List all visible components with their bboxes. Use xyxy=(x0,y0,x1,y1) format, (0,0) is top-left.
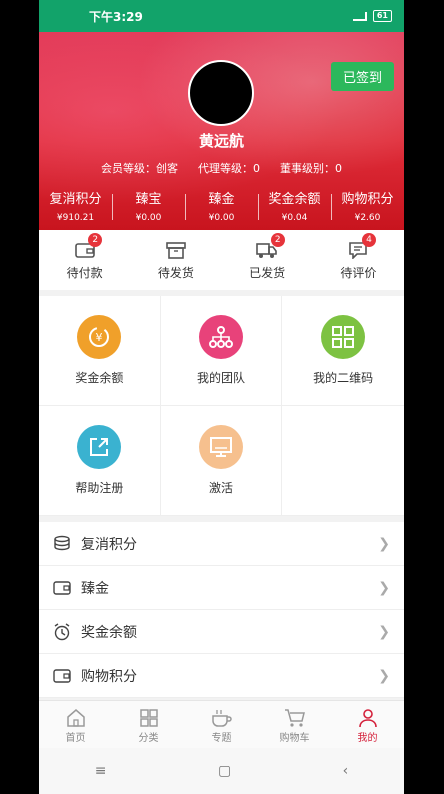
truck-icon xyxy=(222,239,313,261)
balance-item[interactable]: 复消积分 ¥910.21 xyxy=(39,188,112,223)
signal-icon xyxy=(352,11,367,21)
tab-topics[interactable]: 专题 xyxy=(185,701,258,748)
team-tree-icon xyxy=(198,315,243,359)
cart-icon xyxy=(258,707,331,729)
chevron-right-icon: ❯ xyxy=(378,623,390,640)
account-list: 复消积分 ❯ 臻金 ❯ 奖金余额 ❯ 购物积分 ❯ xyxy=(39,522,404,698)
order-shipped[interactable]: 2 已发货 xyxy=(222,233,313,281)
status-time: 下午3:29 xyxy=(89,9,143,24)
qrcode-icon xyxy=(321,315,366,359)
grid-help-register[interactable]: 帮助注册 xyxy=(39,406,161,516)
share-icon xyxy=(77,425,122,469)
box-icon xyxy=(130,239,221,261)
order-pending-shipment[interactable]: 待发货 xyxy=(130,239,221,281)
wallet-icon xyxy=(53,667,71,685)
member-levels: 会员等级：创客 代理等级：0 董事级别：0 xyxy=(39,160,404,176)
username: 黄远航 xyxy=(198,132,244,150)
avatar[interactable] xyxy=(188,60,254,126)
feature-grid: ¥ 奖金余额 我的团队 我的二维码 帮助注册 激活 xyxy=(39,296,404,516)
grid-bonus-balance[interactable]: ¥ 奖金余额 xyxy=(39,296,161,406)
balance-item[interactable]: 购物积分 ¥2.60 xyxy=(331,188,404,223)
list-item-consumption-points[interactable]: 复消积分 ❯ xyxy=(39,522,404,566)
tab-cart[interactable]: 购物车 xyxy=(258,701,331,748)
monitor-icon xyxy=(198,425,243,469)
balance-item[interactable]: 奖金余额 ¥0.04 xyxy=(258,188,331,223)
director-level: 董事级别：0 xyxy=(280,162,342,175)
back-icon[interactable]: ‹ xyxy=(343,763,349,779)
coffee-icon xyxy=(185,707,258,729)
svg-text:¥: ¥ xyxy=(96,331,103,344)
list-item-zhenjin[interactable]: 臻金 ❯ xyxy=(39,566,404,610)
tab-home[interactable]: 首页 xyxy=(39,701,112,748)
list-item-bonus-balance[interactable]: 奖金余额 ❯ xyxy=(39,610,404,654)
balance-summary: 复消积分 ¥910.21 臻宝 ¥0.00 臻金 ¥0.00 奖金余额 ¥0.0… xyxy=(39,188,404,223)
list-item-shopping-points[interactable]: 购物积分 ❯ xyxy=(39,654,404,698)
home-icon xyxy=(39,707,112,729)
balance-item[interactable]: 臻金 ¥0.00 xyxy=(185,188,258,223)
checkin-button[interactable]: 已签到 xyxy=(330,62,394,91)
order-badge: 4 xyxy=(362,233,377,247)
yen-refresh-icon: ¥ xyxy=(77,315,122,359)
tab-category[interactable]: 分类 xyxy=(112,701,185,748)
grid-my-qrcode[interactable]: 我的二维码 xyxy=(282,296,404,406)
member-level: 会员等级：创客 xyxy=(101,162,178,175)
battery-icon: 61 xyxy=(372,10,392,22)
grid-my-team[interactable]: 我的团队 xyxy=(160,296,283,406)
grid-activate[interactable]: 激活 xyxy=(160,406,283,516)
chevron-right-icon: ❯ xyxy=(378,667,390,684)
home-square-icon[interactable]: ▢ xyxy=(218,763,231,779)
order-status-row: 2 待付款 待发货 2 已发货 4 待评价 xyxy=(39,230,404,290)
wallet-icon xyxy=(39,239,130,261)
tab-mine[interactable]: 我的 xyxy=(331,701,404,748)
coins-icon xyxy=(53,535,71,553)
menu-icon[interactable]: ≡ xyxy=(95,763,107,779)
agent-level: 代理等级：0 xyxy=(198,162,260,175)
order-badge: 2 xyxy=(270,233,285,247)
system-nav-bar: ≡ ▢ ‹ xyxy=(39,748,404,794)
chevron-right-icon: ❯ xyxy=(378,535,390,552)
grid-empty-cell xyxy=(282,406,404,516)
wallet-icon xyxy=(53,579,71,597)
alarm-icon xyxy=(53,622,71,641)
chevron-right-icon: ❯ xyxy=(378,579,390,596)
app-screen: 下午3:29 61 已签到 黄远航 会员等级：创客 代理等级：0 董事级别：0 … xyxy=(39,0,404,794)
user-icon xyxy=(331,707,404,729)
category-icon xyxy=(112,707,185,729)
bottom-tab-bar: 首页 分类 专题 购物车 我的 xyxy=(39,700,404,748)
status-bar: 下午3:29 61 xyxy=(39,0,404,32)
comment-icon xyxy=(313,239,404,261)
order-pending-payment[interactable]: 2 待付款 xyxy=(39,233,130,281)
balance-item[interactable]: 臻宝 ¥0.00 xyxy=(112,188,185,223)
profile-header: 已签到 黄远航 会员等级：创客 代理等级：0 董事级别：0 复消积分 ¥910.… xyxy=(39,32,404,230)
order-pending-review[interactable]: 4 待评价 xyxy=(313,233,404,281)
